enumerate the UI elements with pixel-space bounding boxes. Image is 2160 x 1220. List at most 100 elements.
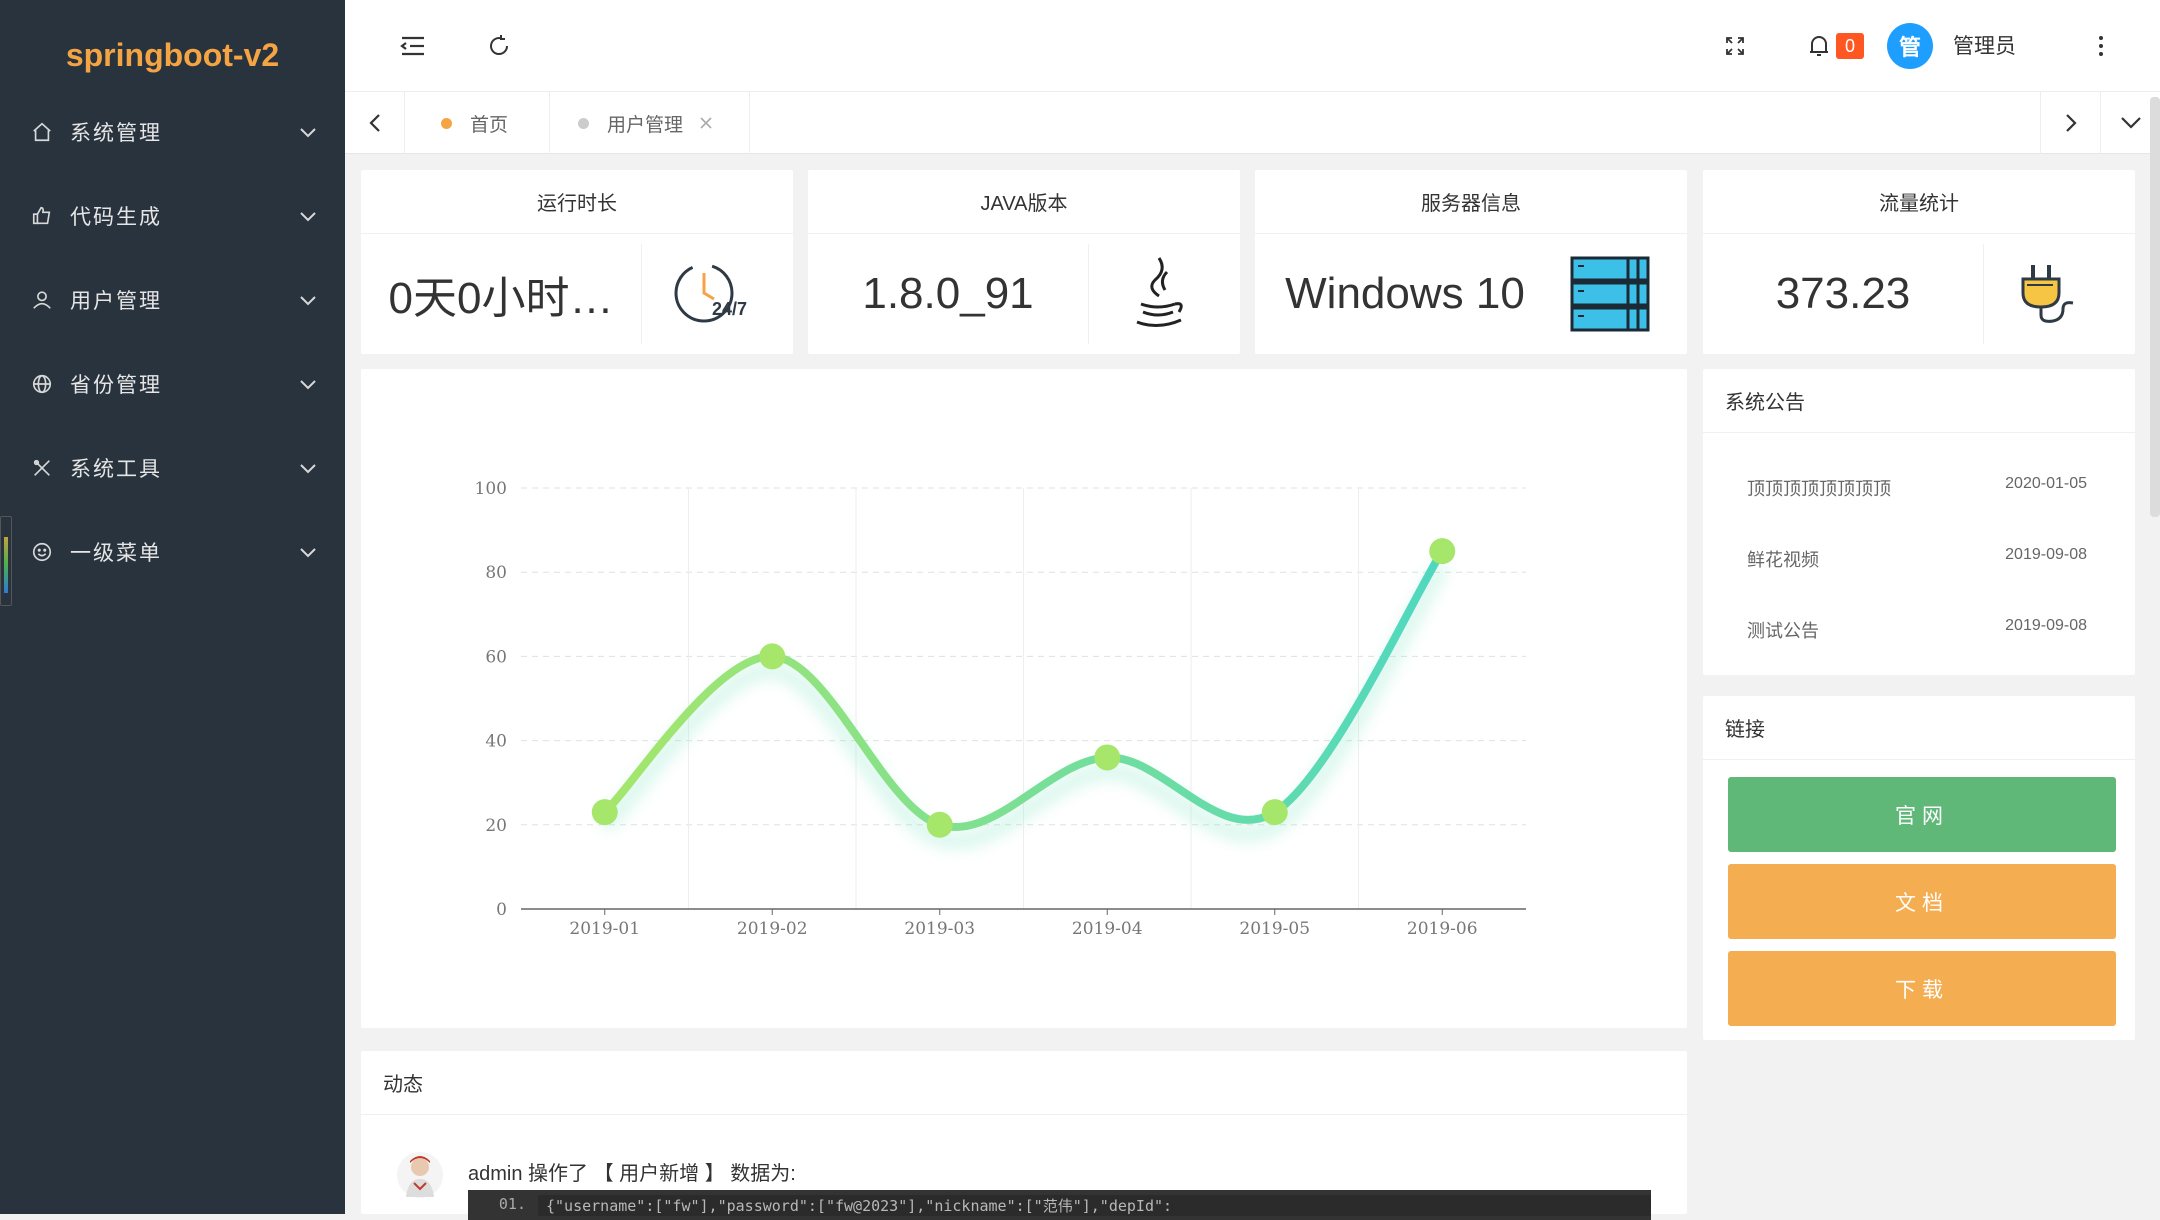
- tabs-scroll-right-icon[interactable]: [2040, 92, 2100, 154]
- tab-user-management[interactable]: 用户管理: [550, 92, 750, 154]
- chevron-down-icon: [297, 289, 319, 311]
- stat-card-server: 服务器信息 Windows 10: [1255, 170, 1687, 354]
- stat-value: 1.8.0_91: [862, 269, 1034, 318]
- sidebar-scroll-indicator[interactable]: [0, 516, 12, 606]
- y-tick-label: 0: [496, 900, 507, 920]
- sidebar-item-label: 用户管理: [70, 290, 162, 313]
- stat-divider: [641, 244, 642, 344]
- home-icon: [28, 118, 56, 146]
- data-point: [759, 643, 786, 670]
- sidebar-item-label: 一级菜单: [70, 542, 162, 565]
- smile-icon: [28, 538, 56, 566]
- notice-panel-title: 系统公告: [1703, 369, 2135, 433]
- line-chart: 0 20 40 60 80 100 2019-01 2019-02 2019-03 2019-04…: [475, 479, 1526, 939]
- top-header: 0 管 管理员: [345, 0, 2160, 92]
- data-point: [591, 799, 618, 826]
- x-tick-label: 2019-01: [569, 919, 640, 939]
- notification-badge[interactable]: 0: [1836, 33, 1864, 59]
- y-tick-label: 80: [485, 563, 507, 583]
- server-rack-icon: [1565, 249, 1655, 339]
- chart-card: 0 20 40 60 80 100 2019-01 2019-02 2019-03 2019-04…: [361, 369, 1687, 1028]
- sidebar-item-label: 系统工具: [70, 458, 162, 481]
- y-tick-label: 60: [485, 647, 507, 667]
- data-point: [1261, 799, 1288, 826]
- data-point: [926, 811, 953, 838]
- sidebar-item-provinces[interactable]: 省份管理: [0, 342, 345, 426]
- menu-toggle-icon[interactable]: [395, 28, 431, 64]
- x-tick-label: 2019-06: [1407, 919, 1478, 939]
- y-tick-label: 100: [475, 479, 507, 499]
- stat-card-traffic: 流量统计 373.23: [1703, 170, 2135, 354]
- tab-home[interactable]: 首页: [405, 92, 550, 154]
- power-plug-icon: [2003, 249, 2093, 339]
- sidebar: springboot-v2 系统管理 代码生成 用户管理 省份管理 系统工具 一…: [0, 0, 345, 1214]
- chevron-down-icon: [297, 121, 319, 143]
- code-content: {"username":["fw"],"password":["fw@2023"…: [538, 1195, 1651, 1216]
- sidebar-item-tools[interactable]: 系统工具: [0, 426, 345, 510]
- refresh-icon[interactable]: [481, 28, 517, 64]
- x-tick-label: 2019-02: [737, 919, 808, 939]
- sidebar-item-level1-menu[interactable]: 一级菜单: [0, 510, 345, 594]
- notice-panel: 系统公告 顶顶顶顶顶顶顶顶 2020-01-05 鲜花视频 2019-09-08…: [1703, 369, 2135, 675]
- stat-title: JAVA版本: [808, 170, 1240, 234]
- stat-divider: [1088, 244, 1089, 344]
- chevron-down-icon: [297, 205, 319, 227]
- svg-text:24/7: 24/7: [712, 299, 747, 319]
- links-panel-title: 链接: [1703, 696, 2135, 760]
- stat-title: 服务器信息: [1255, 170, 1687, 234]
- stat-card-java: JAVA版本 1.8.0_91: [808, 170, 1240, 354]
- x-tick-label: 2019-04: [1072, 919, 1143, 939]
- tab-label: 用户管理: [607, 114, 684, 136]
- official-site-button[interactable]: 官网: [1728, 777, 2116, 852]
- notice-item[interactable]: 鲜花视频 2019-09-08: [1747, 546, 2087, 572]
- notice-item[interactable]: 顶顶顶顶顶顶顶顶 2020-01-05: [1747, 475, 2087, 501]
- stat-value: 373.23: [1775, 269, 1911, 318]
- code-line-number: 01.: [498, 1195, 526, 1213]
- page-scrollbar[interactable]: [2150, 97, 2160, 517]
- tab-dot: [578, 117, 589, 129]
- username[interactable]: 管理员: [1953, 30, 2016, 60]
- sidebar-item-system[interactable]: 系统管理: [0, 90, 345, 174]
- download-button[interactable]: 下载: [1728, 951, 2116, 1026]
- sidebar-item-codegen[interactable]: 代码生成: [0, 174, 345, 258]
- sidebar-item-label: 系统管理: [70, 122, 162, 145]
- more-vertical-icon[interactable]: [2083, 28, 2119, 64]
- stat-title: 流量统计: [1703, 170, 2135, 234]
- close-icon[interactable]: [699, 116, 713, 130]
- notice-title[interactable]: 顶顶顶顶顶顶顶顶: [1747, 475, 1891, 501]
- notice-title[interactable]: 鲜花视频: [1747, 546, 1819, 572]
- x-tick-label: 2019-03: [904, 919, 975, 939]
- notice-title[interactable]: 测试公告: [1747, 617, 1819, 643]
- notice-item[interactable]: 测试公告 2019-09-08: [1747, 617, 2087, 643]
- sidebar-item-label: 代码生成: [70, 206, 162, 229]
- y-tick-label: 40: [485, 732, 507, 752]
- tabs-scroll-left-icon[interactable]: [345, 92, 405, 154]
- activity-code-block: 01. {"username":["fw"],"password":["fw@2…: [468, 1190, 1651, 1220]
- chevron-down-icon: [297, 373, 319, 395]
- notice-date: 2019-09-08: [2005, 546, 2087, 563]
- thumbs-up-icon: [28, 202, 56, 230]
- chevron-down-icon: [297, 457, 319, 479]
- chevron-down-icon: [297, 541, 319, 563]
- fullscreen-icon[interactable]: [1717, 28, 1753, 64]
- user-icon: [28, 286, 56, 314]
- data-point: [1094, 744, 1121, 771]
- tab-active-dot: [441, 117, 452, 129]
- sidebar-item-label: 省份管理: [70, 374, 162, 397]
- globe-icon: [28, 370, 56, 398]
- links-panel: 链接 官网 文档 下载: [1703, 696, 2135, 1040]
- notice-date: 2020-01-05: [2005, 475, 2087, 492]
- stat-value: 0天0小时…: [388, 274, 614, 323]
- notice-date: 2019-09-08: [2005, 617, 2087, 634]
- avatar[interactable]: 管: [1887, 23, 1933, 69]
- java-icon: [1113, 249, 1203, 339]
- activity-panel-title: 动态: [361, 1051, 1687, 1115]
- sidebar-item-users[interactable]: 用户管理: [0, 258, 345, 342]
- data-point: [1429, 538, 1456, 565]
- stat-value: Windows 10: [1285, 269, 1525, 318]
- tab-bar: 首页 用户管理: [345, 92, 2160, 154]
- x-tick-label: 2019-05: [1239, 919, 1310, 939]
- docs-button[interactable]: 文档: [1728, 864, 2116, 939]
- stat-divider: [1983, 244, 1984, 344]
- bell-icon[interactable]: [1801, 28, 1837, 64]
